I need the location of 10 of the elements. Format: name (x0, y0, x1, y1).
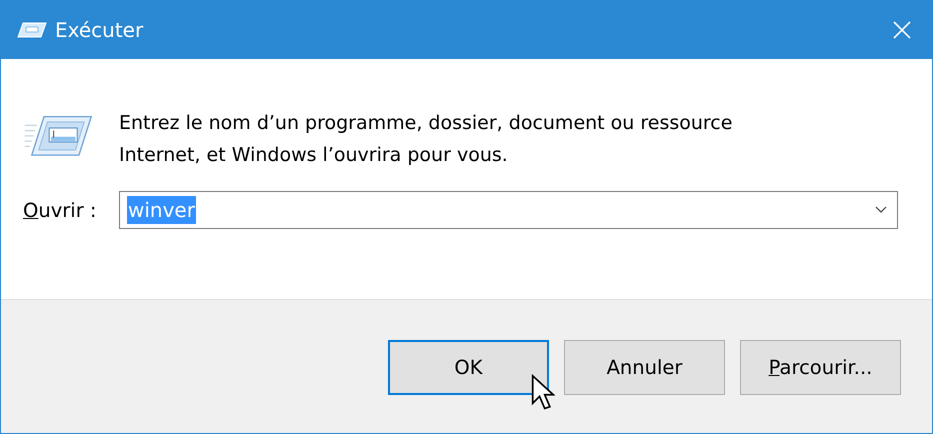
instruction-text: Entrez le nom d’un programme, dossier, document ou ressource Internet, et Windows l’ouvrira pour vous. (119, 111, 734, 168)
open-label: Ouvrir : (23, 198, 98, 222)
chevron-down-icon[interactable] (875, 206, 887, 214)
dialog-button[interactable]: Parcourir... (740, 340, 901, 395)
dialog-button[interactable]: Annuler (564, 340, 725, 395)
dialog-button[interactable]: OK (388, 340, 549, 395)
window-title: Exécuter (55, 18, 144, 42)
run-icon (17, 22, 47, 38)
close-icon[interactable] (892, 20, 912, 40)
run-icon (23, 113, 93, 157)
